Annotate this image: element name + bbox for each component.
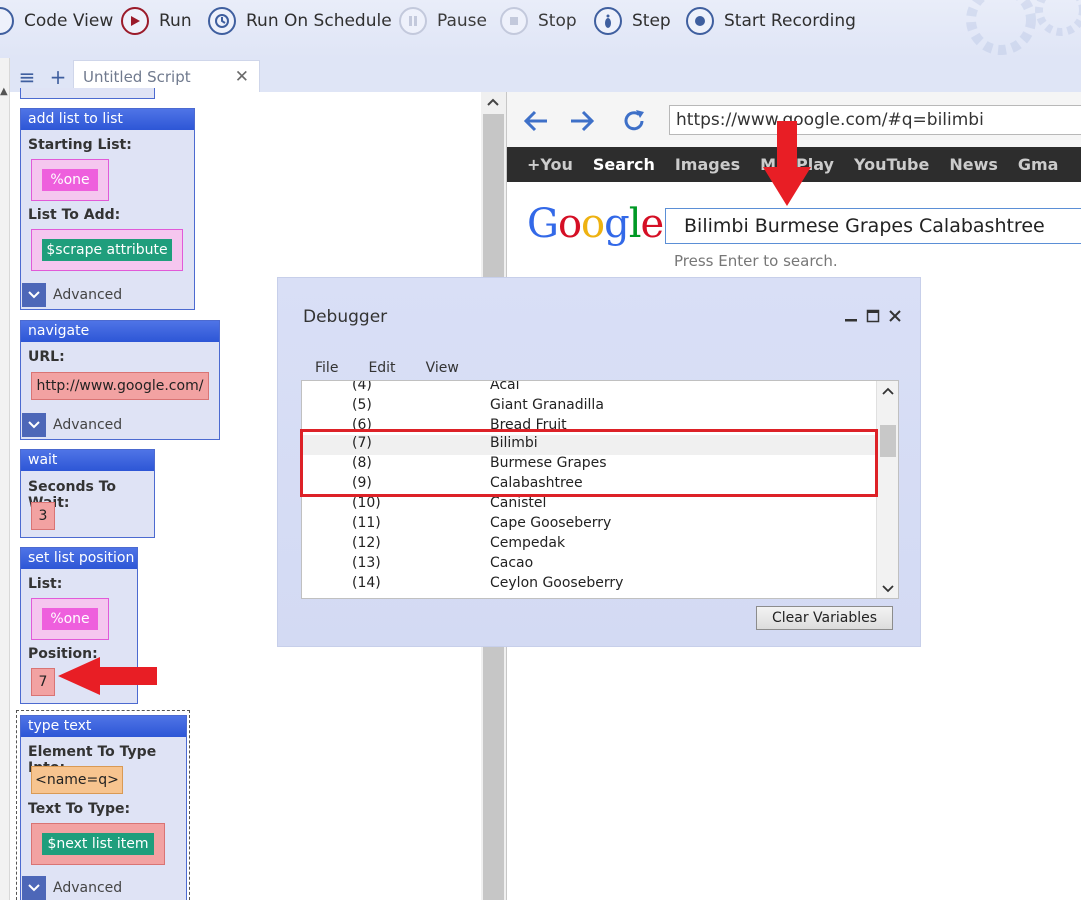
list-item[interactable]: (4) Acai [302,381,877,397]
list-item[interactable]: (5) Giant Granadilla [302,397,877,417]
annotation-arrow-down-icon [763,121,811,206]
code-view-button[interactable]: Code View [0,6,113,36]
back-arrow-icon[interactable] [521,106,551,136]
window-controls [844,308,902,327]
list-item[interactable]: (8) Burmese Grapes [302,455,877,475]
block-title: add list to list [21,109,194,130]
run-button[interactable]: Run [121,6,192,36]
gbar-item-you[interactable]: +You [527,155,573,174]
address-bar[interactable]: https://www.google.com/#q=bilimbi [669,105,1081,135]
pause-icon [399,7,427,35]
google-search-input[interactable]: Bilimbi Burmese Grapes Calabashtree [665,208,1081,244]
url-label: URL: [28,349,65,365]
menu-file[interactable]: File [315,360,338,376]
gbar-item-images[interactable]: Images [675,155,740,174]
gbar-item-youtube[interactable]: YouTube [854,155,929,174]
debugger-menu-bar: File Edit View [315,360,489,376]
block-title: navigate [21,321,219,342]
pause-button[interactable]: Pause [399,6,487,36]
clear-variables-button[interactable]: Clear Variables [756,606,893,630]
minimize-icon[interactable] [844,308,858,327]
stop-button[interactable]: Stop [500,6,577,36]
maximize-icon[interactable] [866,308,880,327]
list-to-add-value: $scrape attribute [42,239,172,261]
url-field[interactable]: http://www.google.com/ [31,372,209,400]
stop-icon [500,7,528,35]
close-icon[interactable] [888,308,902,327]
scrollbar-thumb[interactable] [880,425,896,457]
variable-list-scrollbar[interactable] [876,381,898,598]
chevron-down-icon [22,876,46,900]
list-label: List: [28,576,63,592]
menu-edit[interactable]: Edit [368,360,395,376]
starting-list-label: Starting List: [28,137,132,153]
block-add-list-to-list[interactable]: add list to list Starting List: %one Lis… [20,108,195,310]
left-scrollbar[interactable]: ▲ [0,58,10,900]
starting-list-value: %one [42,169,98,191]
list-to-add-field[interactable]: $scrape attribute [31,229,183,271]
debugger-window: Debugger File Edit View (4) Acai (5) Giant… [277,277,921,647]
block-type-text[interactable]: type text Element To Type Into: <name=q>… [20,715,187,900]
list-to-add-label: List To Add: [28,207,121,223]
run-on-schedule-button[interactable]: Run On Schedule [208,6,392,36]
gbar-item-news[interactable]: News [949,155,998,174]
tab-title: Untitled Script [83,67,191,86]
gbar-item-gmail[interactable]: Gma [1018,155,1059,174]
block-title: type text [21,716,186,737]
gbar-item-search[interactable]: Search [593,155,655,174]
list-item[interactable]: (12) Cempedak [302,535,877,555]
scroll-up-icon[interactable]: ▲ [0,86,8,97]
list-item[interactable]: (9) Calabashtree [302,475,877,495]
list-item[interactable]: (6) Bread Fruit [302,417,877,437]
code-view-icon [0,7,14,35]
debugger-title: Debugger [303,307,388,327]
list-item[interactable]: (14) Ceylon Gooseberry [302,575,877,595]
search-hint: Press Enter to search. [674,252,838,270]
element-to-type-into-field[interactable]: <name=q> [31,766,123,794]
text-to-type-value: $next list item [42,833,154,855]
close-icon[interactable]: ✕ [235,67,249,87]
google-logo: Google [527,201,664,247]
block-title: wait [21,450,154,471]
step-icon [594,7,622,35]
starting-list-field[interactable]: %one [31,159,109,201]
advanced-toggle[interactable]: Advanced [22,876,122,900]
scroll-up-icon[interactable] [882,385,894,398]
variable-list[interactable]: (4) Acai (5) Giant Granadilla (6) Bread Fru… [301,380,899,599]
list-field[interactable]: %one [31,598,109,640]
list-item[interactable]: (7) Bilimbi [302,435,877,455]
text-to-type-field[interactable]: $next list item [31,823,165,865]
seconds-to-wait-field[interactable]: 3 [31,502,55,530]
list-value: %one [42,608,98,630]
scroll-down-icon[interactable] [882,583,894,596]
menu-view[interactable]: View [426,360,459,376]
previous-block[interactable] [20,88,155,99]
schedule-icon [208,7,236,35]
list-item[interactable]: (11) Cape Gooseberry [302,515,877,535]
block-title: set list position [21,548,137,569]
record-icon [686,7,714,35]
block-wait[interactable]: wait Seconds To Wait: 3 [20,449,155,538]
chevron-down-icon [22,413,46,437]
run-icon [121,7,149,35]
text-to-type-label: Text To Type: [28,801,131,817]
annotation-arrow-left-icon [58,657,157,695]
scroll-up-icon[interactable] [487,96,499,109]
block-navigate[interactable]: navigate URL: http://www.google.com/ Adv… [20,320,220,440]
start-recording-button[interactable]: Start Recording [686,6,856,36]
advanced-toggle[interactable]: Advanced [22,413,122,437]
forward-arrow-icon[interactable] [567,106,597,136]
position-field[interactable]: 7 [31,668,55,696]
list-item[interactable]: (10) Canistel [302,495,877,515]
toolbar: Code View Run Run On Schedule Pause Stop… [0,0,1081,58]
step-button[interactable]: Step [594,6,671,36]
list-item[interactable]: (13) Cacao [302,555,877,575]
chevron-down-icon [22,283,46,307]
tab-strip: ≡ + Untitled Script ✕ [0,58,1081,92]
advanced-toggle[interactable]: Advanced [22,283,122,307]
refresh-icon[interactable] [619,106,649,136]
